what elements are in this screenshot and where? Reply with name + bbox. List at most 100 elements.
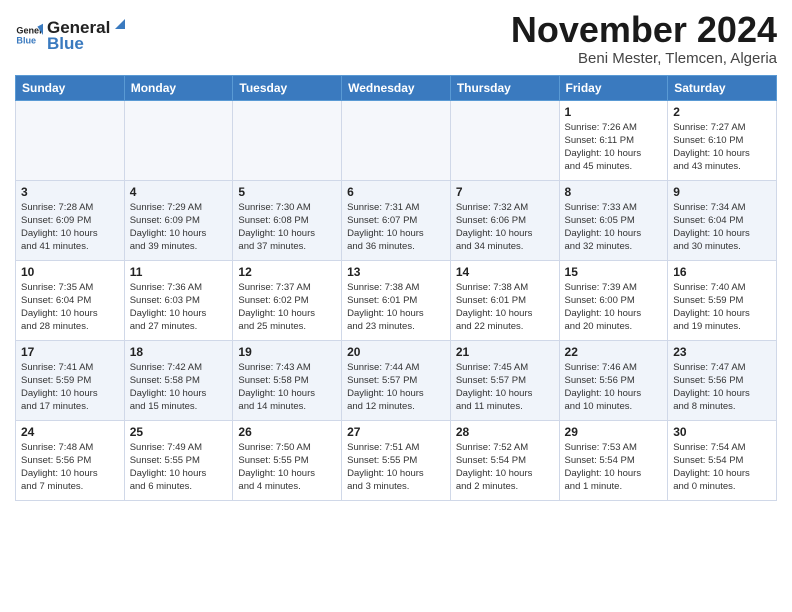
day-info: Sunrise: 7:52 AM Sunset: 5:54 PM Dayligh… xyxy=(456,441,554,494)
calendar-cell: 8 Sunrise: 7:33 AM Sunset: 6:05 PM Daylig… xyxy=(559,180,668,260)
day-number: 18 xyxy=(130,345,228,359)
day-number: 25 xyxy=(130,425,228,439)
header: General Blue General Blue November 2024 … xyxy=(15,10,777,67)
day-info: Sunrise: 7:47 AM Sunset: 5:56 PM Dayligh… xyxy=(673,361,771,414)
day-number: 2 xyxy=(673,105,771,119)
day-info: Sunrise: 7:42 AM Sunset: 5:58 PM Dayligh… xyxy=(130,361,228,414)
day-number: 7 xyxy=(456,185,554,199)
day-info: Sunrise: 7:32 AM Sunset: 6:06 PM Dayligh… xyxy=(456,201,554,254)
calendar-cell: 13 Sunrise: 7:38 AM Sunset: 6:01 PM Dayli… xyxy=(342,260,451,340)
day-number: 15 xyxy=(565,265,663,279)
day-info: Sunrise: 7:40 AM Sunset: 5:59 PM Dayligh… xyxy=(673,281,771,334)
location-subtitle: Beni Mester, Tlemcen, Algeria xyxy=(511,50,777,67)
day-info: Sunrise: 7:29 AM Sunset: 6:09 PM Dayligh… xyxy=(130,201,228,254)
day-number: 4 xyxy=(130,185,228,199)
day-info: Sunrise: 7:27 AM Sunset: 6:10 PM Dayligh… xyxy=(673,121,771,174)
day-info: Sunrise: 7:50 AM Sunset: 5:55 PM Dayligh… xyxy=(238,441,336,494)
weekday-header: Wednesday xyxy=(342,75,451,100)
day-info: Sunrise: 7:33 AM Sunset: 6:05 PM Dayligh… xyxy=(565,201,663,254)
calendar-cell: 26 Sunrise: 7:50 AM Sunset: 5:55 PM Dayli… xyxy=(233,420,342,500)
day-info: Sunrise: 7:53 AM Sunset: 5:54 PM Dayligh… xyxy=(565,441,663,494)
calendar-cell: 24 Sunrise: 7:48 AM Sunset: 5:56 PM Dayli… xyxy=(16,420,125,500)
weekday-header: Saturday xyxy=(668,75,777,100)
calendar-cell: 9 Sunrise: 7:34 AM Sunset: 6:04 PM Daylig… xyxy=(668,180,777,260)
calendar-cell: 12Sunrise: 7:37 AM Sunset: 6:02 PM Dayli… xyxy=(233,260,342,340)
day-number: 30 xyxy=(673,425,771,439)
calendar-cell: 7 Sunrise: 7:32 AM Sunset: 6:06 PM Daylig… xyxy=(450,180,559,260)
calendar-cell: 16 Sunrise: 7:40 AM Sunset: 5:59 PM Dayli… xyxy=(668,260,777,340)
day-number: 14 xyxy=(456,265,554,279)
day-info: Sunrise: 7:30 AM Sunset: 6:08 PM Dayligh… xyxy=(238,201,336,254)
day-number: 8 xyxy=(565,185,663,199)
calendar-cell: 4 Sunrise: 7:29 AM Sunset: 6:09 PM Daylig… xyxy=(124,180,233,260)
day-info: Sunrise: 7:43 AM Sunset: 5:58 PM Dayligh… xyxy=(238,361,336,414)
weekday-header: Sunday xyxy=(16,75,125,100)
weekday-header: Thursday xyxy=(450,75,559,100)
calendar-cell: 27 Sunrise: 7:51 AM Sunset: 5:55 PM Dayli… xyxy=(342,420,451,500)
day-info: Sunrise: 7:38 AM Sunset: 6:01 PM Dayligh… xyxy=(347,281,445,334)
day-info: Sunrise: 7:51 AM Sunset: 5:55 PM Dayligh… xyxy=(347,441,445,494)
day-number: 22 xyxy=(565,345,663,359)
weekday-header: Monday xyxy=(124,75,233,100)
day-info: Sunrise: 7:44 AM Sunset: 5:57 PM Dayligh… xyxy=(347,361,445,414)
weekday-header: Friday xyxy=(559,75,668,100)
day-number: 24 xyxy=(21,425,119,439)
calendar-cell: 18 Sunrise: 7:42 AM Sunset: 5:58 PM Dayli… xyxy=(124,340,233,420)
day-info: Sunrise: 7:41 AM Sunset: 5:59 PM Dayligh… xyxy=(21,361,119,414)
calendar-cell: 15Sunrise: 7:39 AM Sunset: 6:00 PM Dayli… xyxy=(559,260,668,340)
calendar-cell: 20Sunrise: 7:44 AM Sunset: 5:57 PM Dayli… xyxy=(342,340,451,420)
month-title: November 2024 xyxy=(511,10,777,50)
calendar-cell xyxy=(233,100,342,180)
calendar-cell: 2 Sunrise: 7:27 AM Sunset: 6:10 PM Daylig… xyxy=(668,100,777,180)
day-number: 19 xyxy=(238,345,336,359)
day-info: Sunrise: 7:28 AM Sunset: 6:09 PM Dayligh… xyxy=(21,201,119,254)
day-number: 9 xyxy=(673,185,771,199)
calendar-cell: 30 Sunrise: 7:54 AM Sunset: 5:54 PM Dayli… xyxy=(668,420,777,500)
day-number: 23 xyxy=(673,345,771,359)
day-number: 26 xyxy=(238,425,336,439)
day-number: 11 xyxy=(130,265,228,279)
calendar-cell: 17 Sunrise: 7:41 AM Sunset: 5:59 PM Dayli… xyxy=(16,340,125,420)
day-info: Sunrise: 7:49 AM Sunset: 5:55 PM Dayligh… xyxy=(130,441,228,494)
calendar-container: General Blue General Blue November 2024 … xyxy=(0,0,792,511)
day-number: 17 xyxy=(21,345,119,359)
calendar-cell: 19 Sunrise: 7:43 AM Sunset: 5:58 PM Dayli… xyxy=(233,340,342,420)
day-info: Sunrise: 7:38 AM Sunset: 6:01 PM Dayligh… xyxy=(456,281,554,334)
day-number: 27 xyxy=(347,425,445,439)
calendar-cell: 10Sunrise: 7:35 AM Sunset: 6:04 PM Dayli… xyxy=(16,260,125,340)
calendar-cell xyxy=(124,100,233,180)
calendar-cell xyxy=(16,100,125,180)
day-number: 21 xyxy=(456,345,554,359)
calendar-cell: 6Sunrise: 7:31 AM Sunset: 6:07 PM Daylig… xyxy=(342,180,451,260)
calendar-cell: 28 Sunrise: 7:52 AM Sunset: 5:54 PM Dayli… xyxy=(450,420,559,500)
calendar-cell: 14 Sunrise: 7:38 AM Sunset: 6:01 PM Dayli… xyxy=(450,260,559,340)
day-info: Sunrise: 7:46 AM Sunset: 5:56 PM Dayligh… xyxy=(565,361,663,414)
calendar-cell: 11 Sunrise: 7:36 AM Sunset: 6:03 PM Dayli… xyxy=(124,260,233,340)
day-number: 12 xyxy=(238,265,336,279)
day-number: 13 xyxy=(347,265,445,279)
day-info: Sunrise: 7:54 AM Sunset: 5:54 PM Dayligh… xyxy=(673,441,771,494)
calendar-cell xyxy=(450,100,559,180)
weekday-header: Tuesday xyxy=(233,75,342,100)
logo: General Blue General Blue xyxy=(15,15,129,54)
logo-triangle-icon xyxy=(111,15,129,33)
day-number: 5 xyxy=(238,185,336,199)
calendar-cell: 23 Sunrise: 7:47 AM Sunset: 5:56 PM Dayli… xyxy=(668,340,777,420)
logo-icon: General Blue xyxy=(15,21,43,49)
calendar-cell: 22 Sunrise: 7:46 AM Sunset: 5:56 PM Dayli… xyxy=(559,340,668,420)
day-info: Sunrise: 7:48 AM Sunset: 5:56 PM Dayligh… xyxy=(21,441,119,494)
day-number: 6 xyxy=(347,185,445,199)
day-number: 28 xyxy=(456,425,554,439)
day-number: 3 xyxy=(21,185,119,199)
svg-text:Blue: Blue xyxy=(16,35,36,45)
day-info: Sunrise: 7:34 AM Sunset: 6:04 PM Dayligh… xyxy=(673,201,771,254)
calendar-cell: 5 Sunrise: 7:30 AM Sunset: 6:08 PM Daylig… xyxy=(233,180,342,260)
title-block: November 2024 Beni Mester, Tlemcen, Alge… xyxy=(511,10,777,67)
day-info: Sunrise: 7:35 AM Sunset: 6:04 PM Dayligh… xyxy=(21,281,119,334)
day-number: 16 xyxy=(673,265,771,279)
day-info: Sunrise: 7:45 AM Sunset: 5:57 PM Dayligh… xyxy=(456,361,554,414)
day-info: Sunrise: 7:36 AM Sunset: 6:03 PM Dayligh… xyxy=(130,281,228,334)
calendar-cell: 3 Sunrise: 7:28 AM Sunset: 6:09 PM Daylig… xyxy=(16,180,125,260)
calendar-cell: 21 Sunrise: 7:45 AM Sunset: 5:57 PM Dayli… xyxy=(450,340,559,420)
calendar-table: SundayMondayTuesdayWednesdayThursdayFrid… xyxy=(15,75,777,501)
